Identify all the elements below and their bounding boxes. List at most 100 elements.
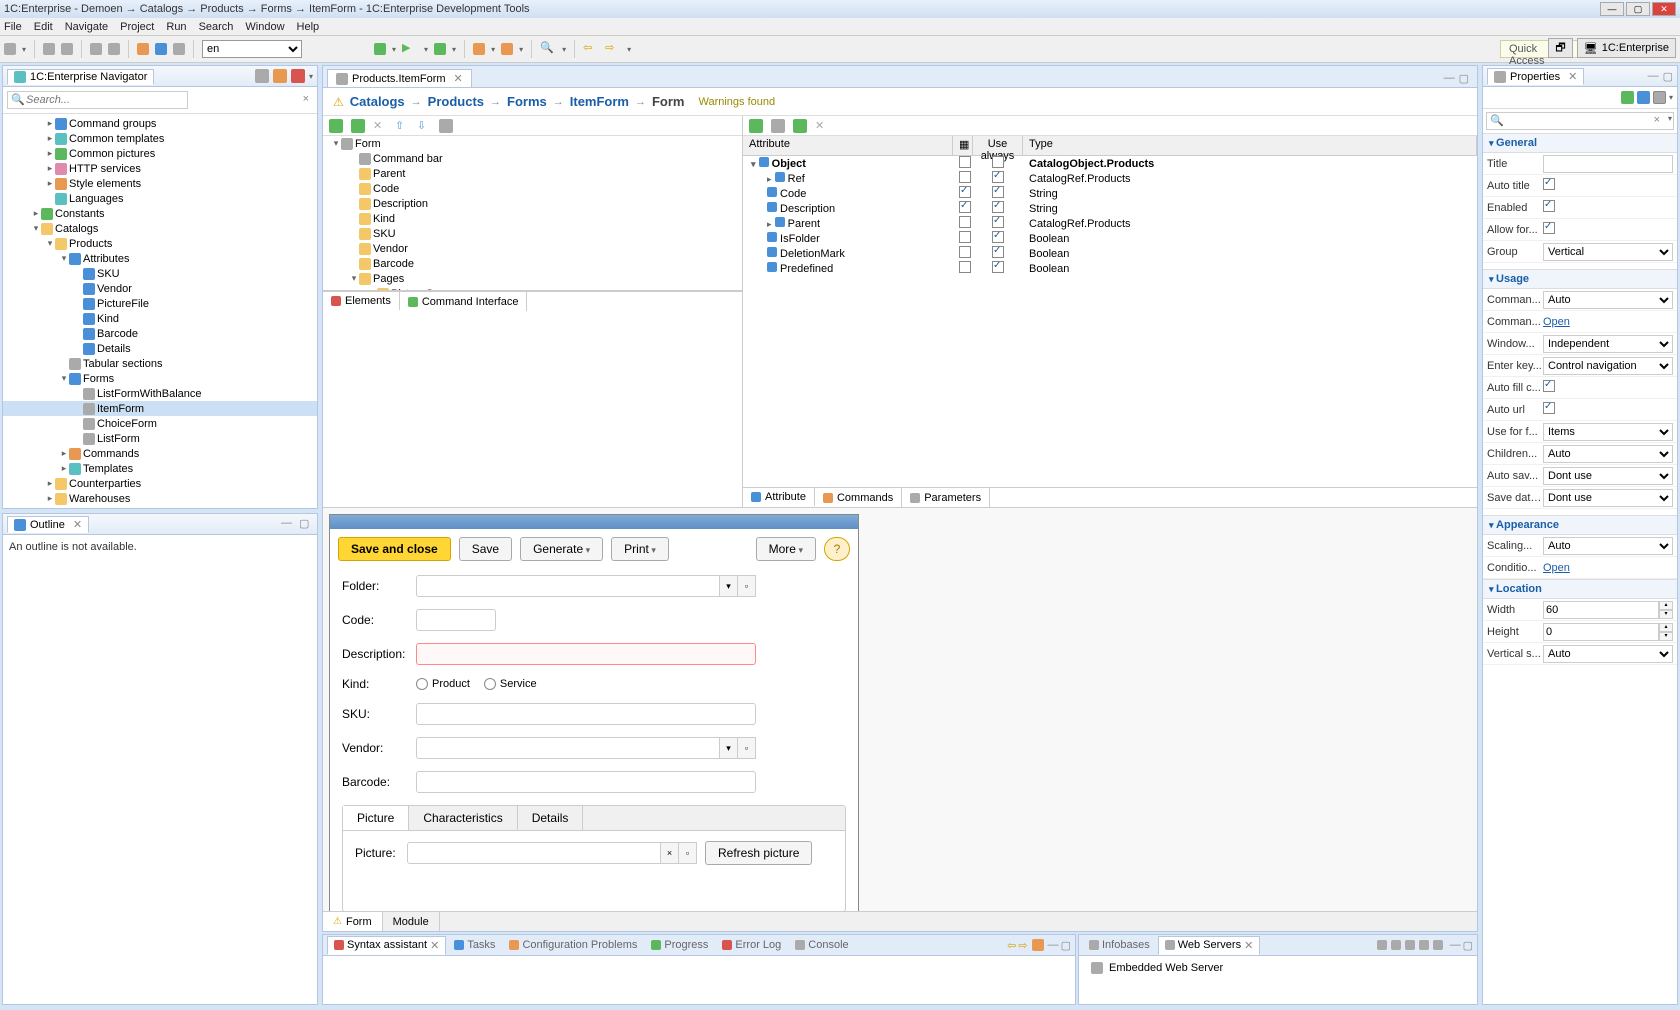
form-tree[interactable]: ▾FormCommand barParentCodeDescriptionKin… [323,136,742,291]
prop-section-header[interactable]: Usage [1483,269,1677,289]
editor-tab[interactable]: Products.ItemForm ✕ [327,69,472,87]
checkbox[interactable] [992,231,1004,243]
attr-row[interactable]: ▸ Parent CatalogRef.Products [743,216,1477,231]
props-clear-icon[interactable]: × [1654,114,1660,126]
bp-tool-icon[interactable] [1032,939,1044,951]
props-close-icon[interactable]: ✕ [1568,70,1577,83]
tree-item[interactable]: ▸Common templates [3,131,317,146]
properties-tab[interactable]: Properties ✕ [1487,68,1584,85]
prop-select[interactable]: Auto [1543,645,1673,663]
prop-link[interactable]: Open [1543,562,1570,574]
kind-product-radio[interactable]: Product [416,678,470,690]
tool-icon[interactable] [108,43,120,55]
menu-navigate[interactable]: Navigate [65,21,108,33]
tab-details[interactable]: Details [518,806,584,830]
prop-select[interactable]: Auto [1543,291,1673,309]
collapse-all-icon[interactable] [255,69,269,83]
subtab-attribute[interactable]: Attribute [743,488,815,507]
prop-checkbox[interactable] [1543,178,1555,190]
perspective-switcher[interactable]: 🗗 [1548,38,1572,58]
prop-link[interactable]: Open [1543,316,1570,328]
navigator-search-input[interactable] [7,91,188,109]
tree-item[interactable]: Tabular sections [3,356,317,371]
breadcrumb-itemform[interactable]: ItemForm [570,94,629,109]
tree-toggle-icon[interactable]: ▾ [31,223,41,234]
form-tree-item[interactable]: Kind [323,211,742,226]
spinner-down-icon[interactable]: ▾ [1659,632,1673,641]
tree-item[interactable]: Vendor [3,281,317,296]
subtab-command-interface[interactable]: Command Interface [400,292,528,311]
code-input[interactable] [416,609,496,631]
attr-copy-icon[interactable] [771,119,785,133]
form-tree-item[interactable]: ▾Form [323,136,742,151]
language-select[interactable]: en [202,40,302,58]
checkbox[interactable] [992,261,1004,273]
tree-item[interactable]: ▸Command groups [3,116,317,131]
subtab-elements[interactable]: Elements [323,292,400,311]
vendor-open-icon[interactable]: ▫ [738,737,756,759]
up-icon[interactable]: ⇧ [395,119,409,133]
checkbox[interactable] [959,216,971,228]
refresh-picture-button[interactable]: Refresh picture [705,841,812,865]
edit-icon[interactable] [351,119,365,133]
wand-icon[interactable] [473,43,485,55]
tree-item[interactable]: ListForm [3,431,317,446]
outline-tab[interactable]: Outline ✕ [7,516,89,533]
navigator-tree[interactable]: ▸Command groups▸Common templates▸Common … [3,114,317,508]
tree-item[interactable]: ▾Attributes [3,251,317,266]
filter-icon[interactable] [291,69,305,83]
bp-fwd-icon[interactable]: ⇨ [1018,939,1027,952]
checkbox[interactable] [992,186,1004,198]
checkbox[interactable] [992,171,1004,183]
picture-open-icon[interactable]: ▫ [679,842,697,864]
tab-syntax-assistant[interactable]: Syntax assistant ✕ [327,936,446,955]
tab-progress[interactable]: Progress [645,937,714,953]
prop-checkbox[interactable] [1543,200,1555,212]
warnings-link[interactable]: Warnings found [698,96,775,108]
tree-toggle-icon[interactable]: ▸ [59,463,69,474]
new-icon[interactable] [4,43,16,55]
tree-item[interactable]: ▾Forms [3,371,317,386]
bottom-tab-module[interactable]: Module [383,912,440,931]
prop-select[interactable]: Dont use [1543,467,1673,485]
tree-item[interactable]: Details [3,341,317,356]
menu-window[interactable]: Window [245,21,284,33]
spinner-up-icon[interactable]: ▴ [1659,623,1673,632]
tree-item[interactable]: Barcode [3,326,317,341]
checkbox[interactable] [959,261,971,273]
form-tree-item[interactable]: SKU [323,226,742,241]
prop-select[interactable]: Control navigation [1543,357,1673,375]
breadcrumb-catalogs[interactable]: Catalogs [350,94,405,109]
checkbox[interactable] [992,201,1004,213]
tree-item[interactable]: Kind [3,311,317,326]
save-icon[interactable] [43,43,55,55]
tab-infobases[interactable]: Infobases [1083,937,1156,953]
tree-item[interactable]: ▾Products [3,236,317,251]
ws-min-icon[interactable]: — [1450,939,1461,951]
tree-item[interactable]: ▸Common pictures [3,146,317,161]
ws-tool5-icon[interactable] [1433,940,1443,950]
maximize-icon[interactable]: ▢ [299,517,313,531]
attr-row[interactable]: Predefined Boolean [743,261,1477,276]
attr-row[interactable]: ▾ Object CatalogObject.Products [743,156,1477,171]
checkbox[interactable] [992,156,1004,168]
attr-col-attribute[interactable]: Attribute [743,136,953,155]
ws-tool4-icon[interactable] [1419,940,1429,950]
form-tree-item[interactable]: Command bar [323,151,742,166]
ws-tool3-icon[interactable] [1405,940,1415,950]
form-tree-item[interactable]: Parent [323,166,742,181]
props-tool2-icon[interactable] [1637,91,1650,104]
bp-max-icon[interactable]: ▢ [1061,939,1071,952]
perspective-1c[interactable]: 🖥 1C:Enterprise [1577,38,1676,58]
prop-select[interactable]: Independent [1543,335,1673,353]
help-button[interactable]: ? [824,537,850,561]
syntax-close-icon[interactable]: ✕ [430,939,439,952]
menu-file[interactable]: File [4,21,22,33]
tree-toggle-icon[interactable]: ▸ [45,178,55,189]
attr-add-icon[interactable] [749,119,763,133]
attr-col-icon[interactable]: ▦ [953,136,973,155]
breadcrumb-forms[interactable]: Forms [507,94,547,109]
prop-checkbox[interactable] [1543,222,1555,234]
tree-toggle-icon[interactable]: ▸ [31,208,41,219]
tree-item[interactable]: ▸Constants [3,206,317,221]
